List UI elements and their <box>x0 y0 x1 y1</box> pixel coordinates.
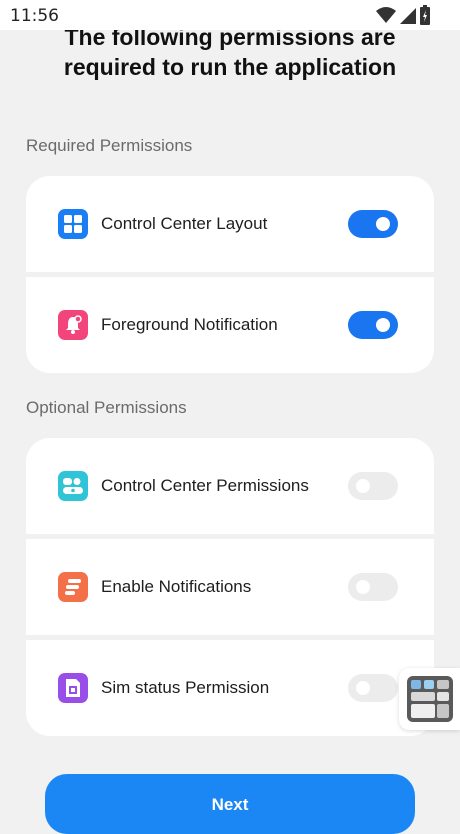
sim-card-icon <box>58 673 88 703</box>
permission-row-control-center-layout[interactable]: Control Center Layout <box>26 176 434 272</box>
floating-control-widget[interactable] <box>399 668 460 730</box>
foreground-notification-toggle[interactable] <box>348 311 398 339</box>
enable-notifications-toggle[interactable] <box>348 573 398 601</box>
permission-row-control-center-permissions[interactable]: Control Center Permissions <box>26 438 434 534</box>
optional-section-label: Optional Permissions <box>26 398 187 417</box>
required-permissions-card: Control Center Layout Foreground Notific… <box>26 176 434 373</box>
permission-label: Control Center Layout <box>101 214 268 233</box>
permission-label: Control Center Permissions <box>101 476 309 495</box>
permission-row-sim-status[interactable]: Sim status Permission <box>26 635 434 736</box>
toggle-knob <box>376 318 390 332</box>
status-bar: 11:56 <box>0 0 460 30</box>
optional-permissions-card: Control Center Permissions Enable Notifi… <box>26 438 434 736</box>
permission-label: Sim status Permission <box>101 678 270 697</box>
page-title: The following permissions are required t… <box>0 22 460 82</box>
permission-row-enable-notifications[interactable]: Enable Notifications <box>26 534 434 635</box>
toggle-knob <box>356 681 370 695</box>
sim-status-toggle[interactable] <box>348 674 398 702</box>
control-center-icon <box>58 471 88 501</box>
status-time: 11:56 <box>10 6 59 26</box>
control-center-layout-toggle[interactable] <box>348 210 398 238</box>
wifi-icon <box>376 7 396 23</box>
battery-charging-icon <box>420 5 430 25</box>
notification-lines-icon <box>58 572 88 602</box>
permission-row-foreground-notification[interactable]: Foreground Notification <box>26 272 434 373</box>
control-center-permissions-toggle[interactable] <box>348 472 398 500</box>
bell-icon <box>58 310 88 340</box>
calculator-widget-icon <box>406 676 453 722</box>
permission-label: Foreground Notification <box>101 315 278 334</box>
cellular-signal-icon <box>400 8 416 24</box>
page-title-line2: required to run the application <box>63 54 397 80</box>
permission-label: Enable Notifications <box>101 577 252 596</box>
toggle-knob <box>356 580 370 594</box>
next-button[interactable]: Next <box>45 774 415 834</box>
grid-icon <box>58 209 88 239</box>
required-section-label: Required Permissions <box>26 136 193 155</box>
toggle-knob <box>376 217 390 231</box>
status-icons <box>376 5 430 25</box>
toggle-knob <box>356 479 370 493</box>
